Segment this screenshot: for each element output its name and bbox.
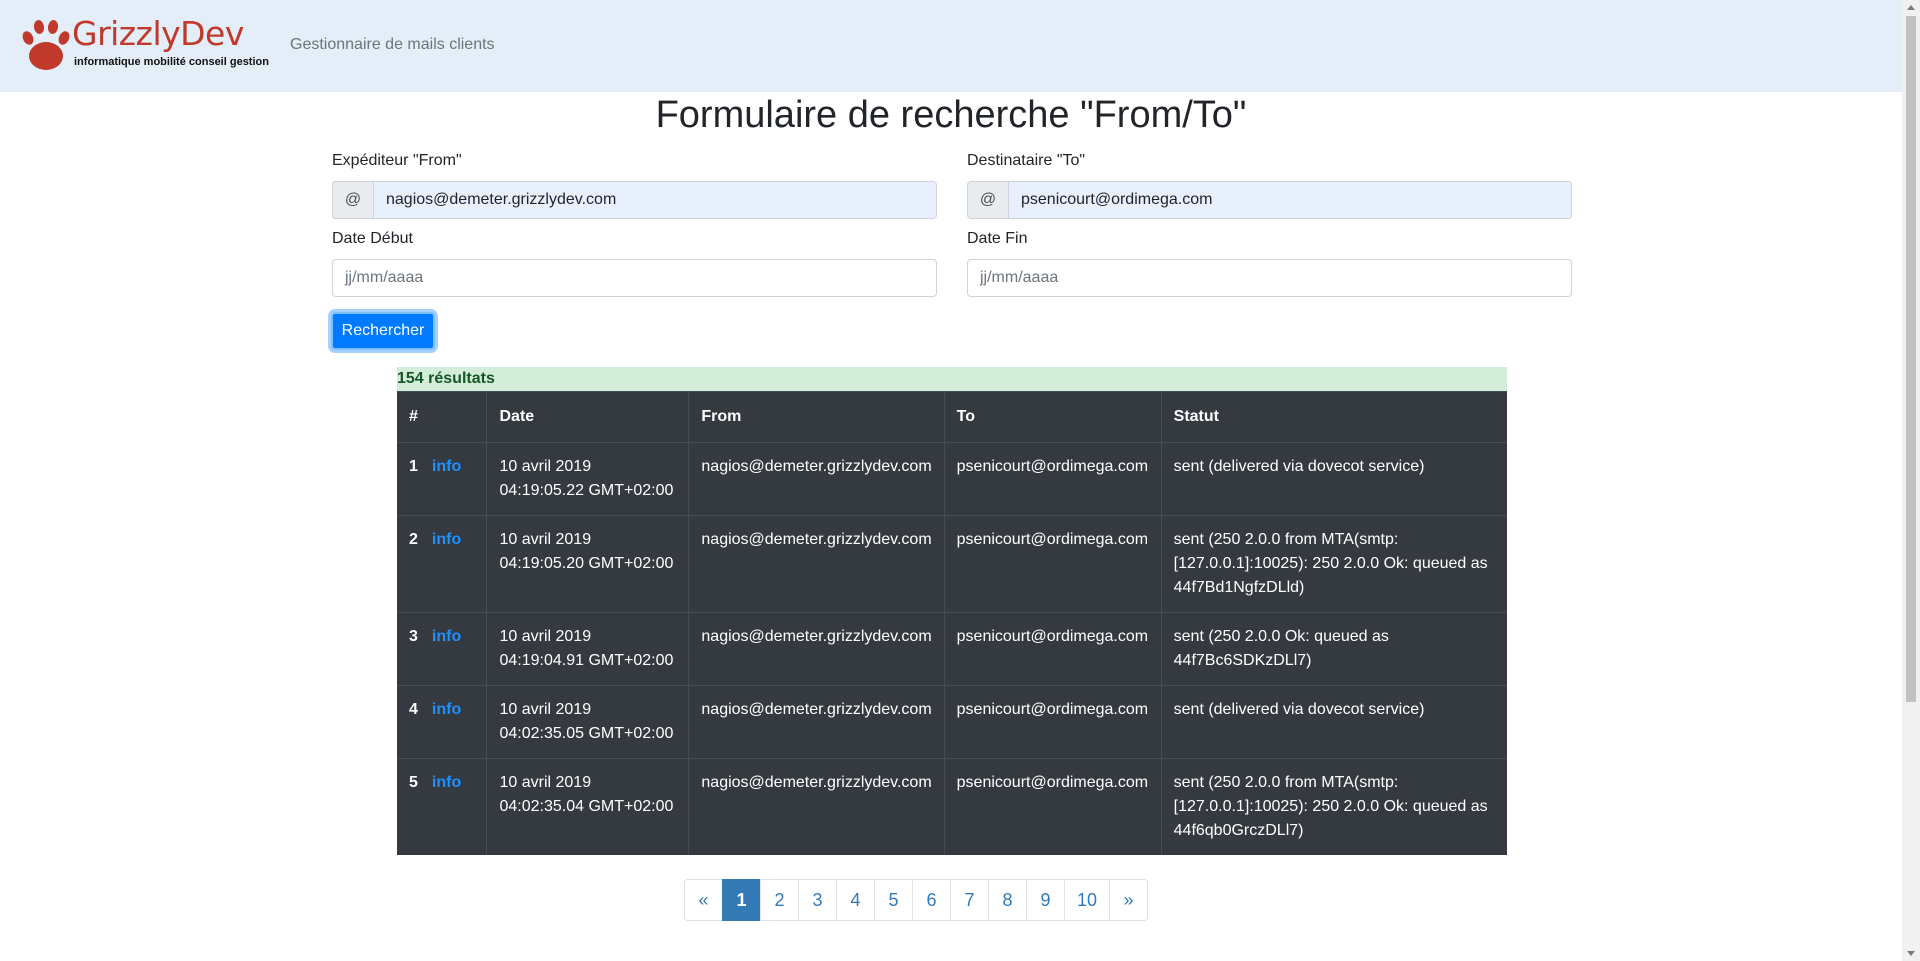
status-cell: sent (250 2.0.0 from MTA(smtp:[127.0.0.1… bbox=[1160, 515, 1507, 613]
page-link-6[interactable]: 6 bbox=[912, 879, 951, 921]
date-start-label: Date Début bbox=[332, 230, 413, 247]
table-row: 2 info 10 avril 2019 04:19:05.20 GMT+02:0… bbox=[397, 515, 1507, 613]
date-end-input[interactable]: jj/mm/aaaa bbox=[967, 259, 1572, 297]
table-header-row: # Date From To Statut bbox=[397, 391, 1507, 443]
from-input-group: @ nagios@demeter.grizzlydev.com bbox=[332, 181, 937, 219]
info-link[interactable]: info bbox=[432, 774, 461, 791]
column-header: To bbox=[943, 391, 1162, 443]
results-table: # Date From To Statut 1 info 10 avril 201… bbox=[397, 391, 1507, 855]
status-cell: sent (250 2.0.0 Ok: queued as 44f7Bc6SDK… bbox=[1160, 612, 1507, 686]
date-start-group: jj/mm/aaaa bbox=[332, 259, 937, 297]
pagination-prev[interactable]: « bbox=[684, 879, 723, 921]
table-row: 4 info 10 avril 2019 04:02:35.05 GMT+02:0… bbox=[397, 685, 1507, 759]
from-cell: nagios@demeter.grizzlydev.com bbox=[688, 515, 945, 613]
date-end-group: jj/mm/aaaa bbox=[967, 259, 1572, 297]
info-link[interactable]: info bbox=[432, 531, 461, 548]
row-index-cell: 3 info bbox=[397, 612, 487, 686]
date-cell: 10 avril 2019 04:19:05.20 GMT+02:00 bbox=[486, 515, 689, 613]
page-title: Formulaire de recherche "From/To" bbox=[655, 94, 1247, 136]
to-cell: psenicourt@ordimega.com bbox=[943, 612, 1162, 686]
at-icon: @ bbox=[967, 181, 1008, 219]
status-cell: sent (delivered via dovecot service) bbox=[1160, 685, 1507, 759]
pagination-next[interactable]: » bbox=[1109, 879, 1149, 921]
from-cell: nagios@demeter.grizzlydev.com bbox=[688, 442, 945, 516]
page-link-2[interactable]: 2 bbox=[760, 879, 799, 921]
page-link-1[interactable]: 1 bbox=[722, 879, 761, 921]
column-header: Statut bbox=[1160, 391, 1507, 443]
row-number: 1 bbox=[409, 458, 418, 475]
date-start-input[interactable]: jj/mm/aaaa bbox=[332, 259, 937, 297]
search-button[interactable]: Rechercher bbox=[331, 312, 435, 350]
row-index-cell: 2 info bbox=[397, 515, 487, 613]
status-cell: sent (delivered via dovecot service) bbox=[1160, 442, 1507, 516]
to-cell: psenicourt@ordimega.com bbox=[943, 685, 1162, 759]
row-number: 2 bbox=[409, 531, 418, 548]
row-number: 4 bbox=[409, 701, 418, 718]
column-header: # bbox=[397, 391, 487, 443]
page-link-3[interactable]: 3 bbox=[798, 879, 837, 921]
vertical-scrollbar[interactable] bbox=[1902, 0, 1920, 961]
page-link-10[interactable]: 10 bbox=[1064, 879, 1111, 921]
row-index-cell: 5 info bbox=[397, 758, 487, 855]
row-index-cell: 4 info bbox=[397, 685, 487, 759]
date-cell: 10 avril 2019 04:19:04.91 GMT+02:00 bbox=[486, 612, 689, 686]
date-cell: 10 avril 2019 04:19:05.22 GMT+02:00 bbox=[486, 442, 689, 516]
grizzlydev-logo[interactable]: GrizzlyDev informatique mobilité conseil… bbox=[20, 14, 270, 76]
to-cell: psenicourt@ordimega.com bbox=[943, 758, 1162, 855]
to-input-group: @ psenicourt@ordimega.com bbox=[967, 181, 1572, 219]
row-number: 5 bbox=[409, 774, 418, 791]
from-cell: nagios@demeter.grizzlydev.com bbox=[688, 685, 945, 759]
page-link-8[interactable]: 8 bbox=[988, 879, 1027, 921]
pagination: « 1 2 3 4 5 6 7 8 9 10 » bbox=[684, 879, 1149, 921]
top-navbar: GrizzlyDev informatique mobilité conseil… bbox=[0, 0, 1902, 92]
column-header: Date bbox=[486, 391, 689, 443]
date-cell: 10 avril 2019 04:02:35.04 GMT+02:00 bbox=[486, 758, 689, 855]
results-count-alert: 154 résultats bbox=[397, 367, 1507, 391]
column-header: From bbox=[688, 391, 945, 443]
page-link-7[interactable]: 7 bbox=[950, 879, 989, 921]
from-label: Expéditeur "From" bbox=[332, 152, 462, 169]
table-row: 5 info 10 avril 2019 04:02:35.04 GMT+02:0… bbox=[397, 758, 1507, 855]
info-link[interactable]: info bbox=[432, 458, 461, 475]
scroll-thumb[interactable] bbox=[1906, 16, 1916, 702]
from-input[interactable]: nagios@demeter.grizzlydev.com bbox=[373, 181, 937, 219]
info-link[interactable]: info bbox=[432, 701, 461, 718]
row-number: 3 bbox=[409, 628, 418, 645]
to-cell: psenicourt@ordimega.com bbox=[943, 442, 1162, 516]
info-link[interactable]: info bbox=[432, 628, 461, 645]
at-icon: @ bbox=[332, 181, 373, 219]
to-label: Destinataire "To" bbox=[967, 152, 1086, 169]
page-link-4[interactable]: 4 bbox=[836, 879, 875, 921]
table-row: 3 info 10 avril 2019 04:19:04.91 GMT+02:0… bbox=[397, 612, 1507, 686]
scroll-down-icon[interactable] bbox=[1907, 951, 1915, 956]
app-subtitle: Gestionnaire de mails clients bbox=[290, 36, 495, 53]
status-cell: sent (250 2.0.0 from MTA(smtp:[127.0.0.1… bbox=[1160, 758, 1507, 855]
page-link-9[interactable]: 9 bbox=[1026, 879, 1065, 921]
from-cell: nagios@demeter.grizzlydev.com bbox=[688, 758, 945, 855]
date-end-label: Date Fin bbox=[967, 230, 1028, 247]
paw-icon bbox=[22, 20, 70, 70]
page-link-5[interactable]: 5 bbox=[874, 879, 913, 921]
from-cell: nagios@demeter.grizzlydev.com bbox=[688, 612, 945, 686]
date-cell: 10 avril 2019 04:02:35.05 GMT+02:00 bbox=[486, 685, 689, 759]
scroll-up-icon[interactable] bbox=[1907, 5, 1915, 10]
to-cell: psenicourt@ordimega.com bbox=[943, 515, 1162, 613]
logo-title: GrizzlyDev bbox=[72, 14, 244, 53]
table-row: 1 info 10 avril 2019 04:19:05.22 GMT+02:0… bbox=[397, 442, 1507, 516]
row-index-cell: 1 info bbox=[397, 442, 487, 516]
logo-tagline: informatique mobilité conseil gestion bbox=[74, 56, 269, 68]
to-input[interactable]: psenicourt@ordimega.com bbox=[1008, 181, 1572, 219]
